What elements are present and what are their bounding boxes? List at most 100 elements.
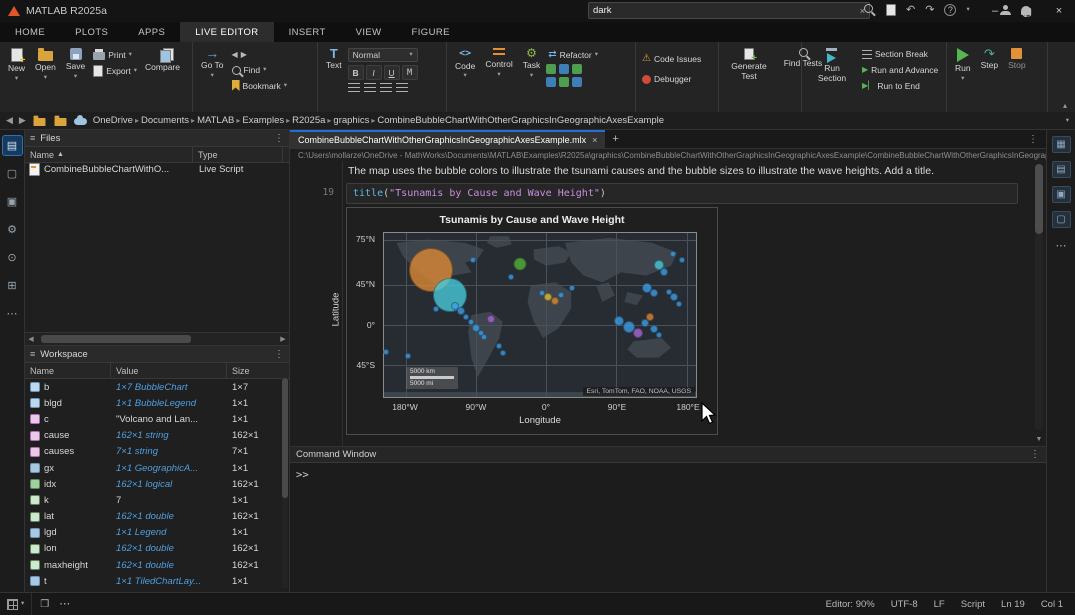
open-button[interactable]: Open▾ [31,46,60,83]
bold-button[interactable]: B [348,65,364,80]
workspace-row-blgd[interactable]: blgd 1×1 BubbleLegend1×1 [25,395,289,411]
compare-button[interactable]: Compare [141,46,184,75]
encoding-indicator[interactable]: UTF-8 [891,599,918,610]
close-tab-icon[interactable]: × [592,135,597,145]
variables-panel-icon[interactable]: ▢ [1052,211,1071,228]
breadcrumb-documents[interactable]: Documents [141,115,189,126]
layout-button[interactable]: ▾ [0,593,32,615]
tab-live-editor[interactable]: LIVE EDITOR [180,22,273,42]
workspace-scrollbar[interactable] [282,378,288,588]
document-tab[interactable]: CombineBubbleChartWithOtherGraphicsInGeo… [290,130,605,148]
debugger-button[interactable]: Debugger [640,73,703,85]
tab-plots[interactable]: PLOTS [60,22,123,42]
file-row[interactable]: CombineBubbleChartWithO... Live Script [25,161,289,178]
tools-shortcut-icon[interactable]: ⚙ [3,220,22,239]
tab-home[interactable]: HOME [0,22,60,42]
underline-button[interactable]: U [384,65,400,80]
breadcrumb-examples[interactable]: Examples [242,115,284,126]
scroll-down-icon[interactable]: ▼ [1035,436,1043,443]
files-col-name[interactable]: Name▲ [25,147,193,162]
browse-folder-icon[interactable] [54,118,66,126]
workspace-row-maxheight[interactable]: maxheight 162×1 double162×1 [25,557,289,573]
code-tool-icon-4[interactable] [546,77,556,87]
live-script-text[interactable]: The map uses the bubble colors to illust… [348,165,1006,177]
tab-insert[interactable]: INSERT [274,22,341,42]
breadcrumb-r2025a[interactable]: R2025a [292,115,325,126]
text-style-select[interactable]: Normal▾ [348,48,418,62]
geographic-axes[interactable]: 5000 km 5000 mi Esri, TomTom, FAO, NOAA,… [383,232,697,398]
control-button[interactable]: Control▾ [481,46,516,80]
statusbar-more-icon[interactable]: ⋯ [59,599,70,610]
details-panel-icon[interactable]: ▣ [1052,186,1071,203]
breadcrumb-onedrive[interactable]: OneDrive [93,115,133,126]
workspace-row-t[interactable]: t 1×1 TiledChartLay...1×1 [25,573,289,589]
history-shortcut-icon[interactable]: ⊙ [3,248,22,267]
collapse-ribbon-icon[interactable]: ▴ [1063,101,1067,110]
code-tool-icon-2[interactable] [559,64,569,74]
open-editors-icon[interactable]: ▢ [3,164,22,183]
files-horizontal-scrollbar[interactable]: ◀ ▶ [25,332,289,345]
generate-test-button[interactable]: + Generate Test [723,46,775,84]
help-dropdown-icon[interactable]: ▾ [966,7,969,13]
nav-forward-icon[interactable]: ▶ [19,115,26,126]
tab-figure[interactable]: FIGURE [397,22,465,42]
breadcrumb-graphics[interactable]: graphics [333,115,369,126]
stop-button[interactable]: Stop [1004,46,1030,73]
text-button[interactable]: T Text [322,46,346,73]
refactor-button[interactable]: ⇄ Refactor▾ [546,48,600,61]
outdent-icon[interactable] [396,83,408,92]
doc-search-input[interactable]: dark × [588,2,870,19]
section-break-button[interactable]: Section Break [860,48,940,60]
monospace-button[interactable]: M [402,65,418,80]
workspace-menu-icon[interactable]: ⋮ [274,349,284,360]
properties-panel-icon[interactable]: ▦ [1052,136,1071,153]
workspace-row-c[interactable]: c "Volcano and Lan...1×1 [25,411,289,427]
scroll-right-icon[interactable]: ▶ [277,335,289,343]
run-to-end-button[interactable]: ▶▏ Run to End [860,79,940,92]
new-tab-button[interactable]: + [605,130,625,148]
search-icon[interactable] [864,4,873,13]
line-indicator[interactable]: Ln 19 [1001,599,1025,610]
files-col-type[interactable]: Type [193,147,283,162]
scroll-left-icon[interactable]: ◀ [25,335,37,343]
workspace-row-idx[interactable]: idx 162×1 logical162×1 [25,476,289,492]
document-content[interactable]: 19 The map uses the bubble colors to ill… [290,161,1046,446]
workspace-row-gx[interactable]: gx 1×1 GeographicA...1×1 [25,460,289,476]
new-button[interactable]: + New▾ [4,46,29,84]
scroll-thumb[interactable] [41,335,191,343]
code-line[interactable]: title("Tsunamis by Cause and Wave Height… [346,183,1018,204]
print-button[interactable]: Print▾ [91,48,139,61]
back-icon[interactable]: ◀ [232,49,238,60]
undo-icon[interactable]: ↶ [906,5,915,16]
workspace-col-value[interactable]: Value [111,363,227,378]
folders-shortcut-icon[interactable]: ▣ [3,192,22,211]
bookmark-button[interactable]: Bookmark▾ [230,79,290,92]
code-tool-icon-5[interactable] [559,77,569,87]
numbered-list-icon[interactable] [364,83,376,92]
workspace-row-lon[interactable]: lon 162×1 double162×1 [25,541,289,557]
code-issues-button[interactable]: ⚠ Code Issues [640,52,703,65]
find-button[interactable]: Find▾ [230,64,290,76]
nav-back-icon[interactable]: ◀ [6,115,13,126]
help-icon[interactable]: ? [944,4,956,16]
breadcrumb-example-folder[interactable]: CombineBubbleChartWithOtherGraphicsInGeo… [377,115,664,126]
workspace-row-b[interactable]: b 1×7 BubbleChart1×7 [25,379,289,395]
copy-icon[interactable] [886,4,896,16]
bulleted-list-icon[interactable] [348,83,360,92]
close-button[interactable]: × [1043,0,1075,22]
tab-apps[interactable]: APPS [123,22,180,42]
address-dropdown-icon[interactable]: ▾ [1066,118,1069,124]
addons-shortcut-icon[interactable]: ⊞ [3,276,22,295]
command-prompt[interactable]: >> [296,469,309,481]
panel-toggle-icon[interactable]: ❒ [40,599,49,610]
more-shortcuts-icon[interactable]: ⋯ [3,304,22,323]
command-window-menu-icon[interactable]: ⋮ [1030,449,1040,460]
notifications-icon[interactable] [1021,6,1031,15]
workspace-col-size[interactable]: Size [227,363,283,378]
workspace-row-causes[interactable]: causes 7×1 string7×1 [25,444,289,460]
code-tool-icon-1[interactable] [546,64,556,74]
navigate-back-forward[interactable]: ◀ ▶ [230,48,290,61]
export-button[interactable]: Export▾ [91,64,139,78]
figure-output[interactable]: Tsunamis by Cause and Wave Height [346,207,718,435]
files-menu-icon[interactable]: ⋮ [274,133,284,144]
